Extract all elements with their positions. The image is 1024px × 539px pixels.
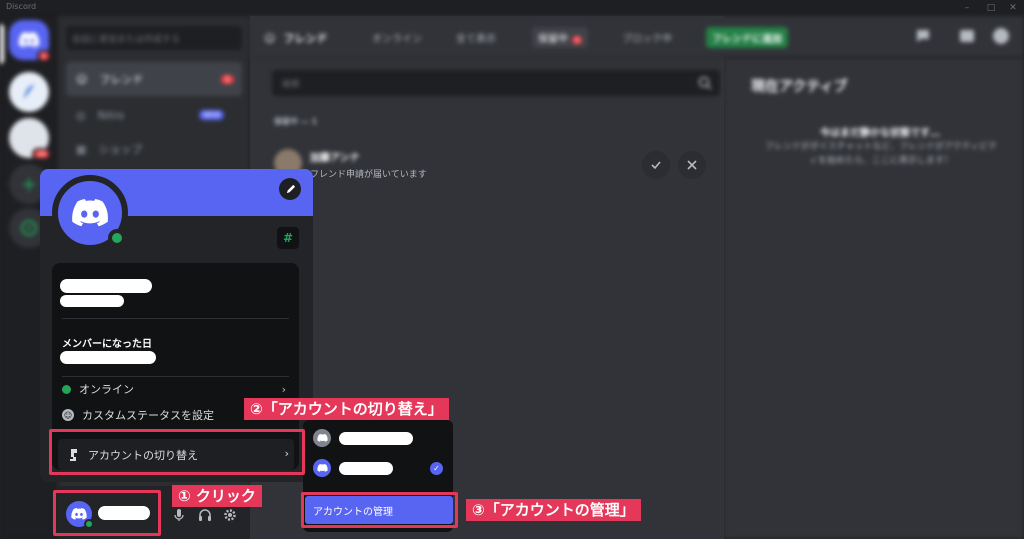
decline-button[interactable] — [678, 151, 706, 179]
account-avatar — [313, 429, 331, 447]
window-title: Discord — [6, 2, 37, 11]
active-account-check-icon: ✓ — [430, 461, 443, 475]
profile-online-dot — [108, 229, 126, 247]
server2-badge: 20 — [32, 148, 51, 160]
tab-blocked[interactable]: ブロック中 — [616, 27, 678, 48]
tab-all[interactable]: 全て表示 — [450, 27, 502, 48]
close-icon[interactable]: ✕ — [1008, 3, 1018, 13]
friend-search-placeholder: 検索 — [282, 80, 301, 90]
microphone-icon[interactable] — [172, 508, 186, 522]
search-icon — [698, 76, 712, 90]
nav-shop[interactable]: ▦ ショップ — [66, 132, 242, 166]
check-icon — [651, 161, 661, 170]
status-online-row[interactable]: オンライン › — [62, 378, 290, 400]
header-title-text: フレンド — [283, 32, 328, 45]
nav-shop-label: ショップ — [98, 143, 143, 156]
minimize-icon[interactable]: – — [962, 3, 972, 13]
nav-friends[interactable]: ☺ フレンド 1 — [66, 62, 242, 96]
help-icon[interactable] — [992, 27, 1010, 45]
requester-name: 加藤アンナ — [310, 153, 360, 164]
close-icon — [687, 160, 697, 170]
pending-section-label: 保留中 — 1 — [274, 117, 318, 126]
tab-pending[interactable]: 保留中 1 — [532, 27, 589, 48]
account-item-1[interactable] — [313, 426, 447, 450]
conversation-search[interactable]: 会話に参加または作成する — [66, 26, 242, 50]
online-status-dot — [62, 384, 71, 394]
inbox-icon[interactable] — [958, 27, 976, 45]
discord-logo-icon — [316, 464, 328, 472]
redacted-account-name — [339, 461, 393, 475]
request-subtitle: フレンド申請が届いています — [310, 170, 427, 180]
callout-step-1: ① クリック — [172, 485, 262, 507]
headphones-icon[interactable] — [198, 508, 212, 522]
plus-icon: + — [20, 172, 38, 196]
home-badge: 1 — [36, 50, 51, 62]
accept-button[interactable] — [642, 151, 670, 179]
divider — [62, 318, 289, 319]
pencil-icon — [286, 184, 295, 193]
window-titlebar: Discord – □ ✕ — [0, 0, 1024, 16]
discord-logo-icon — [72, 199, 108, 227]
new-badge: NEW — [199, 110, 224, 120]
active-now-heading: 現在アクティブ — [751, 79, 848, 95]
callout-step-3: ③「アカウントの管理」 — [466, 499, 641, 521]
active-now-description: フレンドがボイスチャットなど、フレンドがアクティビティを始めたら、ここに表示しま… — [764, 142, 998, 166]
friends-badge: 1 — [220, 74, 234, 84]
maximize-icon[interactable]: □ — [986, 3, 996, 13]
redacted-display-name — [60, 279, 152, 293]
header-title: ☺ フレンド — [264, 30, 327, 46]
nitro-badge-icon: # — [277, 227, 299, 249]
member-since-label: メンバーになった日 — [62, 339, 152, 350]
account-avatar — [313, 459, 331, 477]
highlight-switch-account — [49, 429, 305, 475]
smiley-icon: ☺ — [62, 409, 74, 421]
home-button[interactable]: 1 — [9, 20, 51, 62]
redacted-member-date — [60, 351, 156, 364]
nav-nitro-label: Nitro — [97, 108, 125, 122]
compass-icon — [21, 220, 37, 236]
shop-icon: ▦ — [76, 142, 87, 156]
highlight-manage-accounts — [301, 492, 458, 528]
active-now-panel: 現在アクティブ 今はまだ静かな状態です… フレンドがボイスチャットなど、フレンド… — [724, 58, 1024, 539]
nav-friends-label: フレンド — [99, 73, 144, 86]
friend-request-row[interactable]: 加藤アンナ フレンド申請が届いています — [270, 145, 720, 185]
friends-icon: ☺ — [76, 72, 88, 86]
tab-online[interactable]: オンライン — [366, 27, 428, 48]
discord-logo-icon — [18, 32, 40, 48]
discord-logo-icon — [316, 434, 328, 442]
edit-profile-button[interactable] — [279, 178, 301, 200]
callout-step-2: ②「アカウントの切り替え」 — [244, 398, 449, 420]
new-group-dm-icon[interactable] — [914, 27, 932, 45]
server-icon-2[interactable]: 20 — [9, 118, 51, 160]
status-label: オンライン — [79, 383, 134, 396]
highlight-user-avatar — [53, 490, 161, 536]
selected-pill — [0, 24, 4, 64]
account-item-2[interactable]: ✓ — [313, 456, 447, 480]
friends-header: ☺ フレンド オンライン 全て表示 保留中 1 ブロック中 フレンドに追加 — [250, 16, 1024, 58]
friends-icon: ☺ — [264, 31, 276, 45]
redacted-account-name — [339, 431, 413, 445]
nav-nitro[interactable]: ◎ Nitro NEW — [66, 98, 242, 132]
add-friend-button[interactable]: フレンドに追加 — [706, 27, 788, 48]
custom-status-label: カスタムステータスを設定 — [82, 409, 214, 422]
server-icon-1[interactable] — [9, 72, 49, 112]
active-now-title: 今はまだ静かな状態です… — [820, 128, 940, 139]
chevron-right-icon: › — [281, 382, 286, 396]
feather-icon — [23, 84, 35, 100]
friend-search-input[interactable]: 検索 — [272, 70, 720, 96]
divider — [62, 376, 289, 377]
gear-icon[interactable] — [223, 508, 237, 522]
nitro-icon: ◎ — [76, 108, 86, 122]
redacted-username — [60, 295, 124, 307]
